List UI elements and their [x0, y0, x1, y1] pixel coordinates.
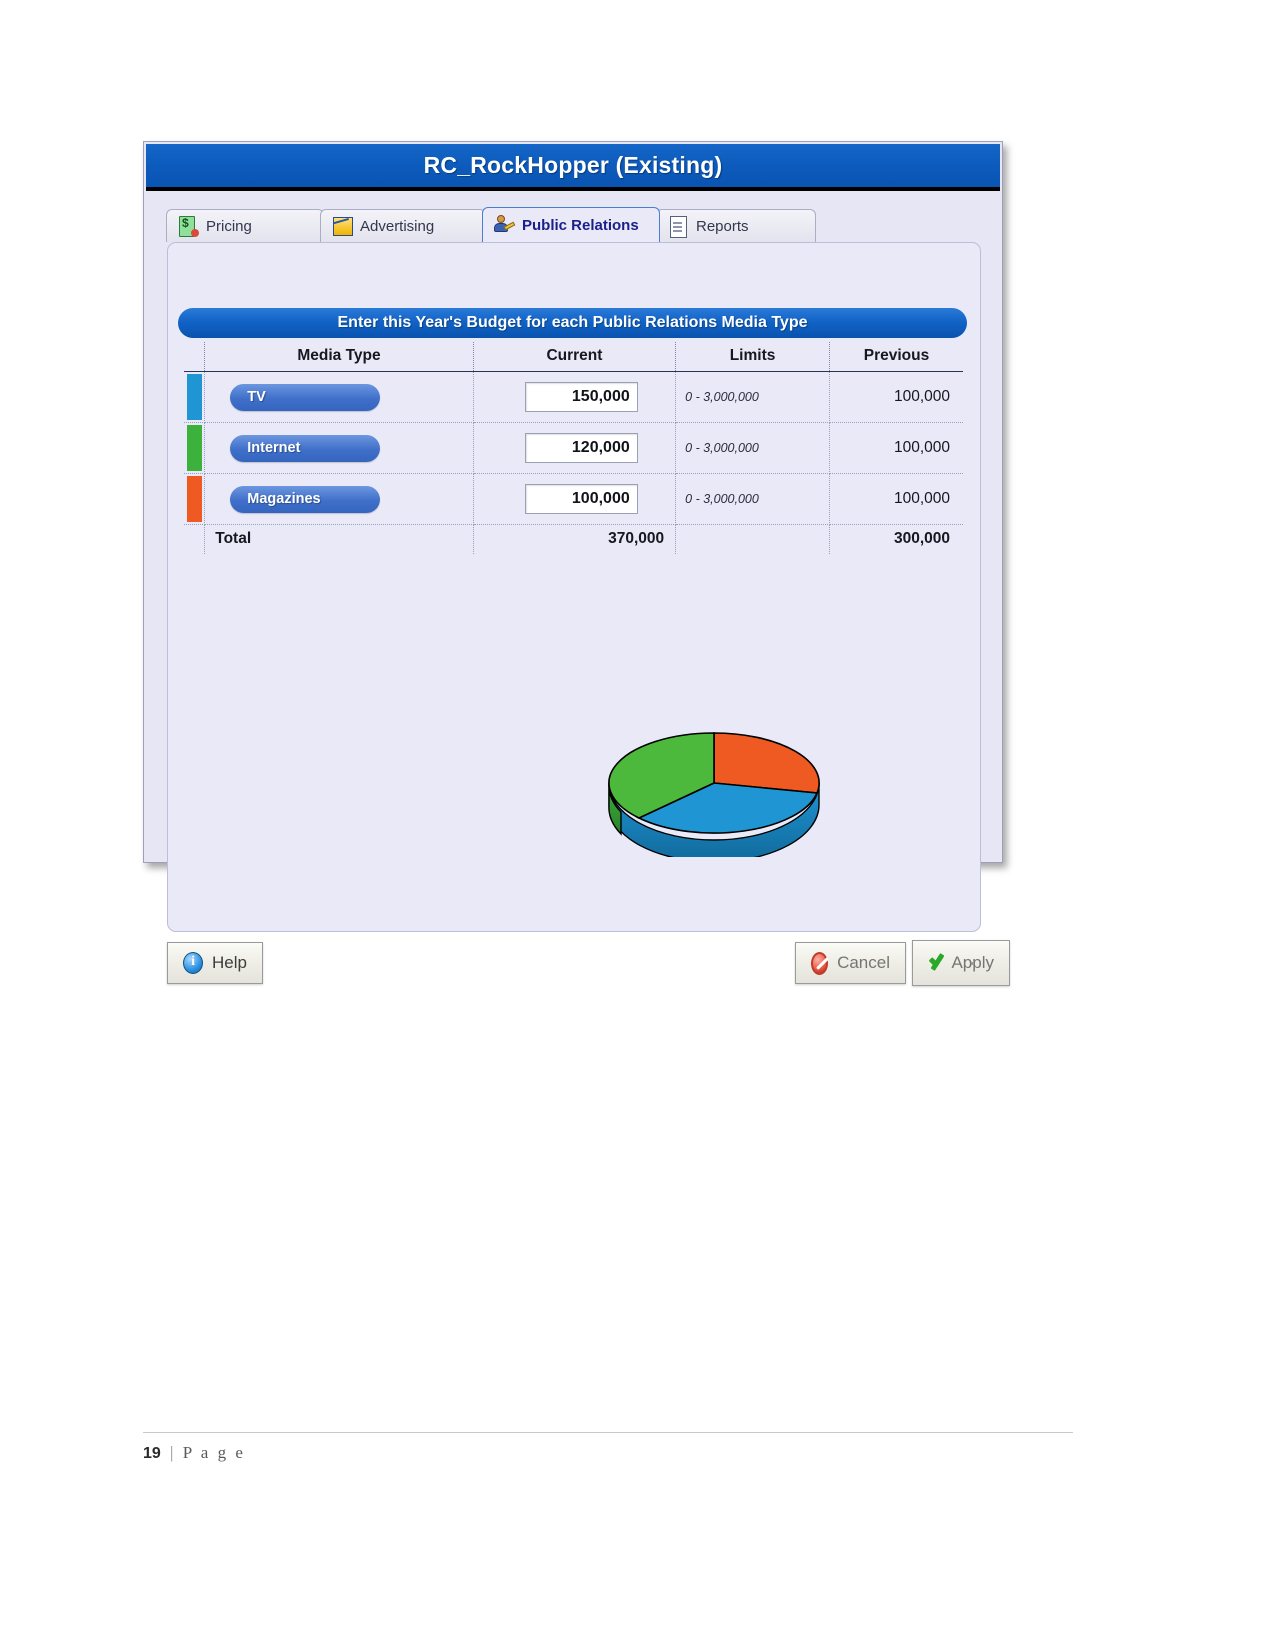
limits-internet: 0 - 3,000,000 — [675, 422, 830, 474]
media-type-cell: Magazines — [204, 473, 474, 525]
cancel-button-label: Cancel — [837, 953, 890, 972]
media-pill-tv: TV — [230, 383, 381, 411]
color-swatch-tv — [186, 374, 202, 420]
pie-chart-svg — [608, 732, 820, 863]
media-label: Magazines — [247, 491, 321, 507]
table-header-row: Media Type Current Limits Previous — [184, 342, 963, 372]
previous-internet: 100,000 — [829, 422, 963, 474]
help-button[interactable]: Help — [167, 942, 263, 984]
media-type-cell: TV — [204, 371, 474, 423]
current-cell: 150,000 — [473, 371, 677, 423]
header-current: Current — [473, 342, 677, 372]
tab-pricing[interactable]: Pricing — [166, 209, 324, 242]
tab-pricing-label: Pricing — [206, 217, 252, 235]
row-color-cell — [184, 473, 206, 525]
help-button-label: Help — [212, 953, 247, 972]
tab-public-relations[interactable]: Public Relations — [482, 207, 660, 242]
previous-tv: 100,000 — [829, 371, 963, 423]
total-label: Total — [204, 524, 474, 554]
limits-tv: 0 - 3,000,000 — [675, 371, 830, 423]
current-cell: 100,000 — [473, 473, 677, 525]
current-input-tv[interactable]: 150,000 — [524, 382, 638, 412]
header-previous: Previous — [829, 342, 963, 372]
current-value: 100,000 — [571, 490, 630, 507]
current-input-internet[interactable]: 120,000 — [524, 433, 638, 463]
dialog-titlebar: RC_RockHopper (Existing) — [146, 144, 1000, 191]
color-swatch-magazines — [186, 476, 202, 522]
tab-reports[interactable]: Reports — [656, 209, 816, 242]
color-swatch-internet — [186, 425, 202, 471]
limits-magazines: 0 - 3,000,000 — [675, 473, 830, 525]
page-footer-separator: | — [170, 1443, 174, 1462]
tab-advertising-label: Advertising — [360, 217, 435, 235]
table-row: Internet 120,000 0 - 3,000,000 100,000 — [184, 422, 963, 474]
page-number: 19 — [143, 1445, 161, 1462]
cancel-button[interactable]: Cancel — [795, 942, 906, 984]
dialog-button-bar: Help Cancel Apply — [167, 938, 1010, 1000]
document-icon — [667, 214, 689, 238]
dialog-title: RC_RockHopper (Existing) — [423, 152, 723, 178]
application-dialog: RC_RockHopper (Existing) Pricing Adverti… — [143, 141, 1010, 986]
media-type-cell: Internet — [204, 422, 474, 474]
budget-banner: Enter this Year's Budget for each Public… — [178, 308, 967, 338]
check-icon — [928, 952, 942, 974]
budget-pie-chart — [599, 722, 829, 863]
budget-banner-text: Enter this Year's Budget for each Public… — [337, 314, 808, 331]
media-label: TV — [247, 389, 266, 405]
table-row: TV 150,000 0 - 3,000,000 100,000 — [184, 371, 963, 423]
header-limits: Limits — [675, 342, 830, 372]
media-label: Internet — [247, 440, 301, 456]
apply-button[interactable]: Apply — [912, 940, 1010, 986]
person-icon — [493, 213, 516, 237]
row-color-cell — [184, 422, 206, 474]
current-input-magazines[interactable]: 100,000 — [524, 484, 638, 514]
budget-table: Media Type Current Limits Previous TV 15… — [184, 342, 963, 554]
table-row: Magazines 100,000 0 - 3,000,000 100,000 — [184, 473, 963, 525]
media-pill-internet: Internet — [230, 434, 381, 462]
stray-artifact-dot — [971, 962, 974, 965]
current-value: 150,000 — [571, 388, 630, 405]
total-swatch-cell — [184, 524, 206, 554]
total-previous: 300,000 — [829, 524, 963, 554]
tab-strip: Pricing Advertising Public Relations Rep… — [166, 206, 816, 242]
chart-icon — [331, 214, 353, 238]
total-limits — [675, 524, 830, 554]
page-footer: 19 | P a g e — [143, 1432, 1073, 1463]
header-media-type: Media Type — [204, 342, 474, 372]
total-current: 370,000 — [473, 524, 677, 554]
info-icon — [183, 952, 204, 974]
deny-icon — [811, 951, 829, 975]
price-tag-icon — [177, 214, 199, 238]
previous-magazines: 100,000 — [829, 473, 963, 525]
tab-advertising[interactable]: Advertising — [320, 209, 486, 242]
color-swatch-header — [184, 342, 206, 372]
row-color-cell — [184, 371, 206, 423]
page-footer-text: P a g e — [182, 1443, 246, 1462]
table-total-row: Total 370,000 300,000 — [184, 524, 963, 554]
current-cell: 120,000 — [473, 422, 677, 474]
media-pill-magazines: Magazines — [230, 485, 381, 513]
tab-reports-label: Reports — [696, 217, 749, 235]
tab-public-relations-label: Public Relations — [522, 216, 639, 234]
current-value: 120,000 — [571, 439, 630, 456]
